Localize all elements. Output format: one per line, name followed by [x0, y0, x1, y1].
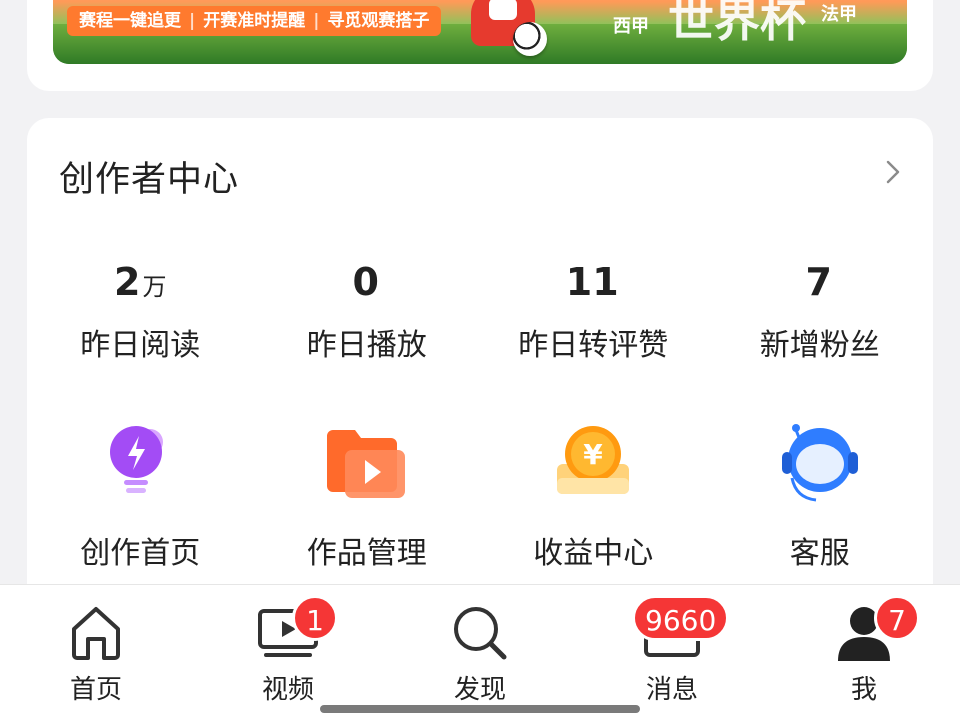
search-icon [454, 607, 507, 660]
stat-label: 昨日播放 [306, 328, 427, 363]
cup-title: 世界杯 [668, 0, 806, 47]
stat-value: 11 [565, 260, 619, 304]
stat-label: 昨日阅读 [80, 328, 201, 363]
video-folder-icon [326, 430, 405, 498]
tool-earnings-center[interactable]: ¥ 收益中心 [480, 420, 707, 572]
nav-item-messages[interactable]: 9660 消息 [576, 585, 768, 721]
home-indicator[interactable] [320, 705, 640, 713]
slogan-part-3: 寻觅观赛搭子 [327, 11, 430, 31]
nav-label: 我 [850, 675, 877, 705]
creator-center-title: 创作者中心 [59, 160, 240, 200]
nav-item-me[interactable]: 7 我 [768, 585, 960, 721]
stat-unit: 万 [142, 273, 167, 301]
world-cup-banner[interactable]: 赛程一键追更 | 开赛准时提醒 | 寻觅观赛搭子 西甲 世界杯 法甲 [53, 0, 907, 64]
svg-text:¥: ¥ [584, 438, 604, 471]
messages-badge: 9660 [632, 595, 730, 641]
yuan-coin-icon: ¥ [557, 426, 630, 494]
nav-item-video[interactable]: 1 视频 [192, 585, 384, 721]
tool-label: 作品管理 [306, 536, 427, 571]
nav-label: 视频 [261, 675, 314, 705]
tool-works-management[interactable]: 作品管理 [254, 420, 481, 572]
nav-item-discover[interactable]: 发现 [384, 585, 576, 721]
stats-row: 2万 昨日阅读 0 昨日播放 11 昨日转评赞 7 新增粉丝 [27, 260, 933, 364]
league-right: 法甲 [821, 4, 857, 25]
tool-customer-service[interactable]: 客服 [707, 420, 934, 572]
slogan-part-2: 开赛准时提醒 [203, 11, 306, 31]
bottom-nav: 首页 1 视频 发现 9660 消息 7 我 [0, 584, 960, 721]
stat-label: 昨日转评赞 [518, 328, 669, 363]
stat-yesterday-engagement[interactable]: 11 昨日转评赞 [480, 260, 707, 364]
home-icon [72, 607, 120, 660]
video-badge: 1 [292, 595, 338, 641]
slogan-part-1: 赛程一键追更 [79, 11, 181, 31]
tool-label: 创作首页 [80, 536, 201, 571]
creator-center-card: 创作者中心 2万 昨日阅读 0 昨日播放 11 昨日转评赞 7 新增粉丝 创作首… [27, 118, 933, 638]
nav-label: 发现 [453, 675, 506, 705]
headset-robot-icon [781, 424, 858, 502]
nav-label: 首页 [69, 675, 122, 705]
soccer-ball-icon [513, 22, 547, 56]
nav-label: 消息 [645, 675, 698, 705]
league-left: 西甲 [613, 16, 649, 37]
tool-label: 客服 [789, 536, 850, 571]
me-badge: 7 [874, 595, 920, 641]
stat-yesterday-reads[interactable]: 2万 昨日阅读 [27, 260, 254, 364]
stat-yesterday-plays[interactable]: 0 昨日播放 [254, 260, 481, 364]
stat-value: 0 [352, 260, 379, 304]
tool-creation-home[interactable]: 创作首页 [27, 420, 254, 572]
stat-value: 2 [114, 260, 141, 304]
tool-label: 收益中心 [533, 536, 654, 571]
banner-slogan: 赛程一键追更 | 开赛准时提醒 | 寻觅观赛搭子 [67, 6, 442, 36]
lightning-bulb-icon [110, 426, 164, 493]
stat-label: 新增粉丝 [759, 328, 880, 363]
banner-card: 赛程一键追更 | 开赛准时提醒 | 寻觅观赛搭子 西甲 世界杯 法甲 [27, 0, 933, 91]
chevron-right-icon[interactable] [881, 156, 905, 188]
stat-value: 7 [805, 260, 832, 304]
stat-new-followers[interactable]: 7 新增粉丝 [707, 260, 934, 364]
tools-row: 创作首页 作品管理 ¥ 收益中心 客服 [27, 420, 933, 572]
nav-item-home[interactable]: 首页 [0, 585, 192, 721]
